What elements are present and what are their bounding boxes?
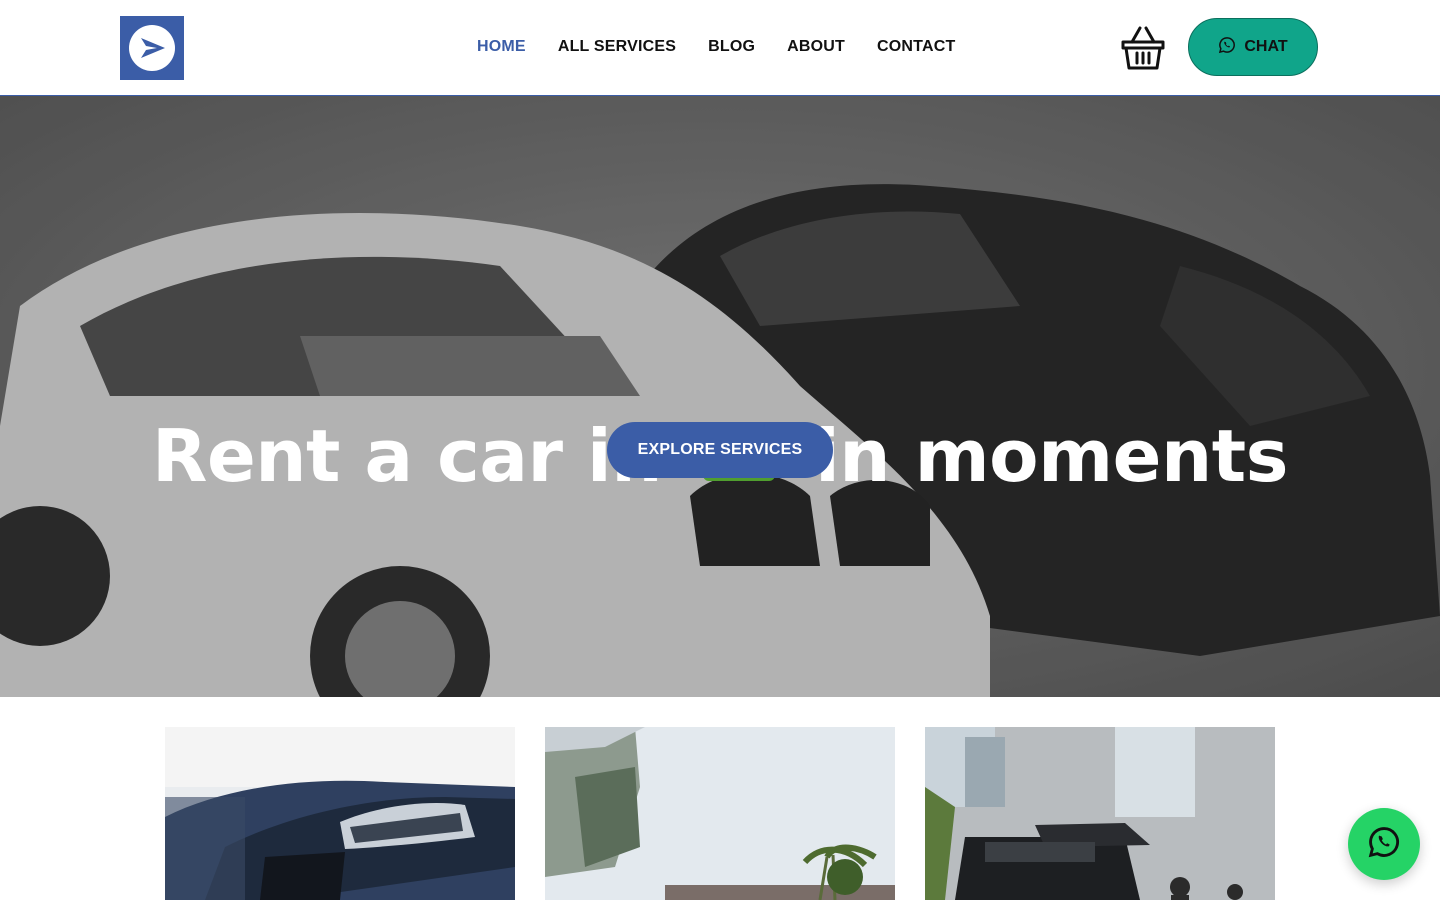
shopping-basket-icon[interactable] [1118, 24, 1168, 72]
hero-title-after: in moments [790, 414, 1288, 498]
nav-about[interactable]: ABOUT [787, 36, 845, 58]
service-card-3[interactable] [925, 727, 1275, 900]
whatsapp-floating-button[interactable] [1348, 808, 1420, 880]
glass-building-palm-trees-photo [545, 727, 895, 900]
suv-open-trunk-photo [925, 727, 1275, 900]
hero-section: Rent a car in in moments EXPLORE SERVICE… [0, 96, 1440, 697]
hero-cars-photo [0, 96, 1440, 697]
hero-title-before: Rent a car in [152, 414, 687, 498]
whatsapp-icon [1367, 825, 1401, 864]
car-headlight-photo [165, 727, 515, 900]
site-logo[interactable] [120, 16, 184, 80]
main-nav: HOME ALL SERVICES BLOG ABOUT CONTACT [477, 36, 955, 58]
chat-button-label: CHAT [1244, 38, 1288, 55]
explore-services-button[interactable]: EXPLORE SERVICES [607, 422, 833, 478]
nav-contact[interactable]: CONTACT [877, 36, 955, 58]
service-card-1[interactable] [165, 727, 515, 900]
service-card-2[interactable] [545, 727, 895, 900]
nav-blog[interactable]: BLOG [708, 36, 755, 58]
whatsapp-icon [1218, 36, 1236, 59]
chat-button[interactable]: CHAT [1188, 18, 1318, 76]
play-arrow-logo-icon [129, 25, 175, 71]
nav-all-services[interactable]: ALL SERVICES [558, 36, 676, 58]
nav-home[interactable]: HOME [477, 36, 526, 58]
site-header: HOME ALL SERVICES BLOG ABOUT CONTACT CHA… [0, 0, 1440, 96]
